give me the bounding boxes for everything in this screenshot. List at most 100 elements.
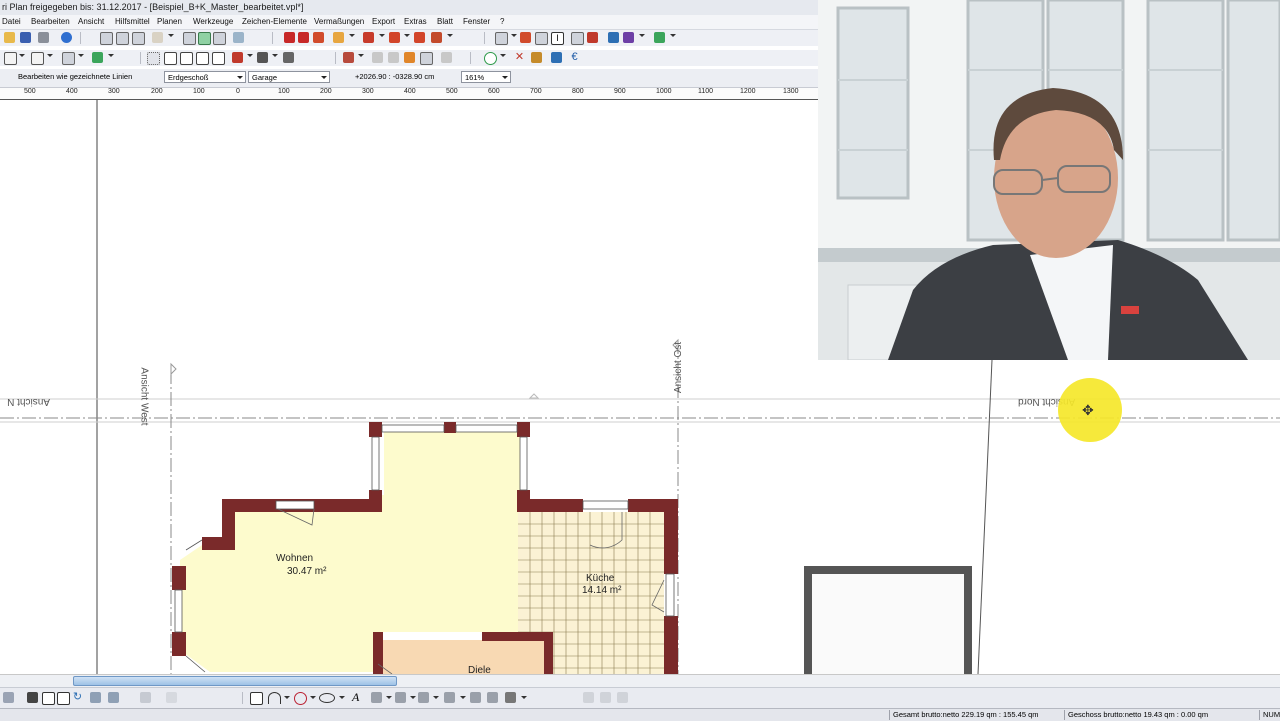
stamp-icon[interactable] [441,52,452,63]
symbol-icon[interactable] [587,32,598,43]
select-icon[interactable] [3,692,14,703]
r-icon[interactable] [212,52,225,65]
door-tool-icon[interactable] [298,32,309,43]
menu-extras[interactable]: Extras [404,17,427,26]
copy-tool-icon[interactable] [487,692,498,703]
stairs-icon[interactable] [257,52,268,63]
w-icon[interactable] [164,52,177,65]
menu-planen[interactable]: Planen [157,17,182,26]
object-tool-icon[interactable] [431,32,442,43]
rectangle-select-icon[interactable] [42,692,55,705]
euro-icon[interactable]: € [569,52,580,63]
ruler-tick-label: 100 [193,88,205,95]
circle-tool-icon[interactable] [294,692,307,705]
eraser-icon[interactable] [388,52,399,63]
floor-select[interactable]: Erdgeschoß [164,71,246,83]
house-icon[interactable] [31,52,44,65]
layer-icon[interactable] [608,32,619,43]
menu-blatt[interactable]: Blatt [437,17,453,26]
elevation-icon[interactable] [520,32,531,43]
ruler-tick-label: 500 [24,88,36,95]
webcam-image [818,0,1280,360]
ungroup-tool-icon[interactable] [617,692,628,703]
column-tool-icon[interactable] [389,32,400,43]
menu-zeichen-elemente[interactable]: Zeichen-Elemente [242,17,307,26]
slab-tool-icon[interactable] [414,32,425,43]
b-icon[interactable] [180,52,193,65]
page-icon[interactable] [100,32,113,45]
menu-bearbeiten[interactable]: Bearbeiten [31,17,70,26]
info-icon[interactable] [61,32,72,43]
text-icon[interactable]: A [352,691,363,703]
frame-icon[interactable] [420,52,433,65]
car-icon[interactable] [283,52,294,63]
close-icon[interactable]: ✕ [514,52,525,63]
brush-icon[interactable] [343,52,354,63]
room-wohnen-floor [180,430,522,672]
ruler-tick-label: 400 [404,88,416,95]
copy-icon[interactable] [183,32,196,45]
wall-tool-icon[interactable] [284,32,295,43]
room-area-kueche: 14.14 m² [582,585,622,596]
menu-export[interactable]: Export [372,17,395,26]
grid-icon[interactable] [213,32,226,45]
s-icon[interactable] [196,52,209,65]
layer-tool-icon[interactable] [583,692,594,703]
trim-icon[interactable] [108,692,119,703]
zoom-window-icon[interactable] [116,32,129,45]
chart-icon[interactable] [233,32,244,43]
polyline-icon[interactable] [371,692,382,703]
roof-view-icon[interactable] [92,52,103,63]
properties-icon[interactable] [623,32,634,43]
menu-hilfsmittel[interactable]: Hilfsmittel [115,17,150,26]
hatch-icon[interactable] [571,32,584,45]
select-all-icon[interactable] [147,52,160,65]
mirror-icon[interactable] [90,692,101,703]
menu-datei[interactable]: Datei [2,17,21,26]
dimension-icon[interactable] [535,32,548,45]
3d-view-icon[interactable] [654,32,665,43]
stairs-tool-icon[interactable] [333,32,344,43]
floor-plan-icon[interactable] [62,52,75,65]
window-tool-icon[interactable] [313,32,324,43]
rotate-icon[interactable]: ↻ [72,692,83,703]
scrollbar-thumb[interactable] [73,676,397,686]
zoom-select[interactable]: 161% [461,71,511,83]
print-icon[interactable] [38,32,49,43]
text-tool-icon[interactable]: I [551,32,564,45]
page-icon[interactable] [250,692,263,705]
menu-vermassungen[interactable]: Vermaßungen [314,17,364,26]
hatch-tool-icon[interactable] [418,692,429,703]
pen-icon[interactable] [395,692,406,703]
hammer-icon[interactable] [531,52,542,63]
section-icon[interactable] [495,32,508,45]
group-tool-icon[interactable] [600,692,611,703]
fill-icon[interactable] [27,692,38,703]
drawing-toolbar: ↻ A [0,687,1280,708]
menu-help[interactable]: ? [500,17,504,26]
box-icon[interactable] [57,692,70,705]
puzzle-icon[interactable] [551,52,562,63]
pan-hand-icon[interactable] [152,32,163,43]
pencil-icon[interactable] [372,52,383,63]
line-icon[interactable] [140,692,151,703]
ellipse-tool-icon[interactable] [319,693,335,703]
move-tool-icon[interactable] [470,692,481,703]
target-icon[interactable] [484,52,497,65]
arc-tool-icon[interactable] [268,692,281,704]
settings-icon[interactable] [505,692,516,703]
zoom-icon[interactable] [132,32,145,45]
menu-werkzeuge[interactable]: Werkzeuge [193,17,233,26]
open-folder-icon[interactable] [4,32,15,43]
menu-ansicht[interactable]: Ansicht [78,17,104,26]
delete-object-icon[interactable] [232,52,243,63]
arc-icon[interactable] [166,692,177,703]
dimension-tool-icon[interactable] [444,692,455,703]
measure-icon[interactable] [404,52,415,63]
home-icon[interactable] [4,52,17,65]
roof-tool-icon[interactable] [363,32,374,43]
save-icon[interactable] [20,32,31,43]
snap-icon[interactable] [198,32,211,45]
menu-fenster[interactable]: Fenster [463,17,490,26]
room-select[interactable]: Garage [248,71,330,83]
